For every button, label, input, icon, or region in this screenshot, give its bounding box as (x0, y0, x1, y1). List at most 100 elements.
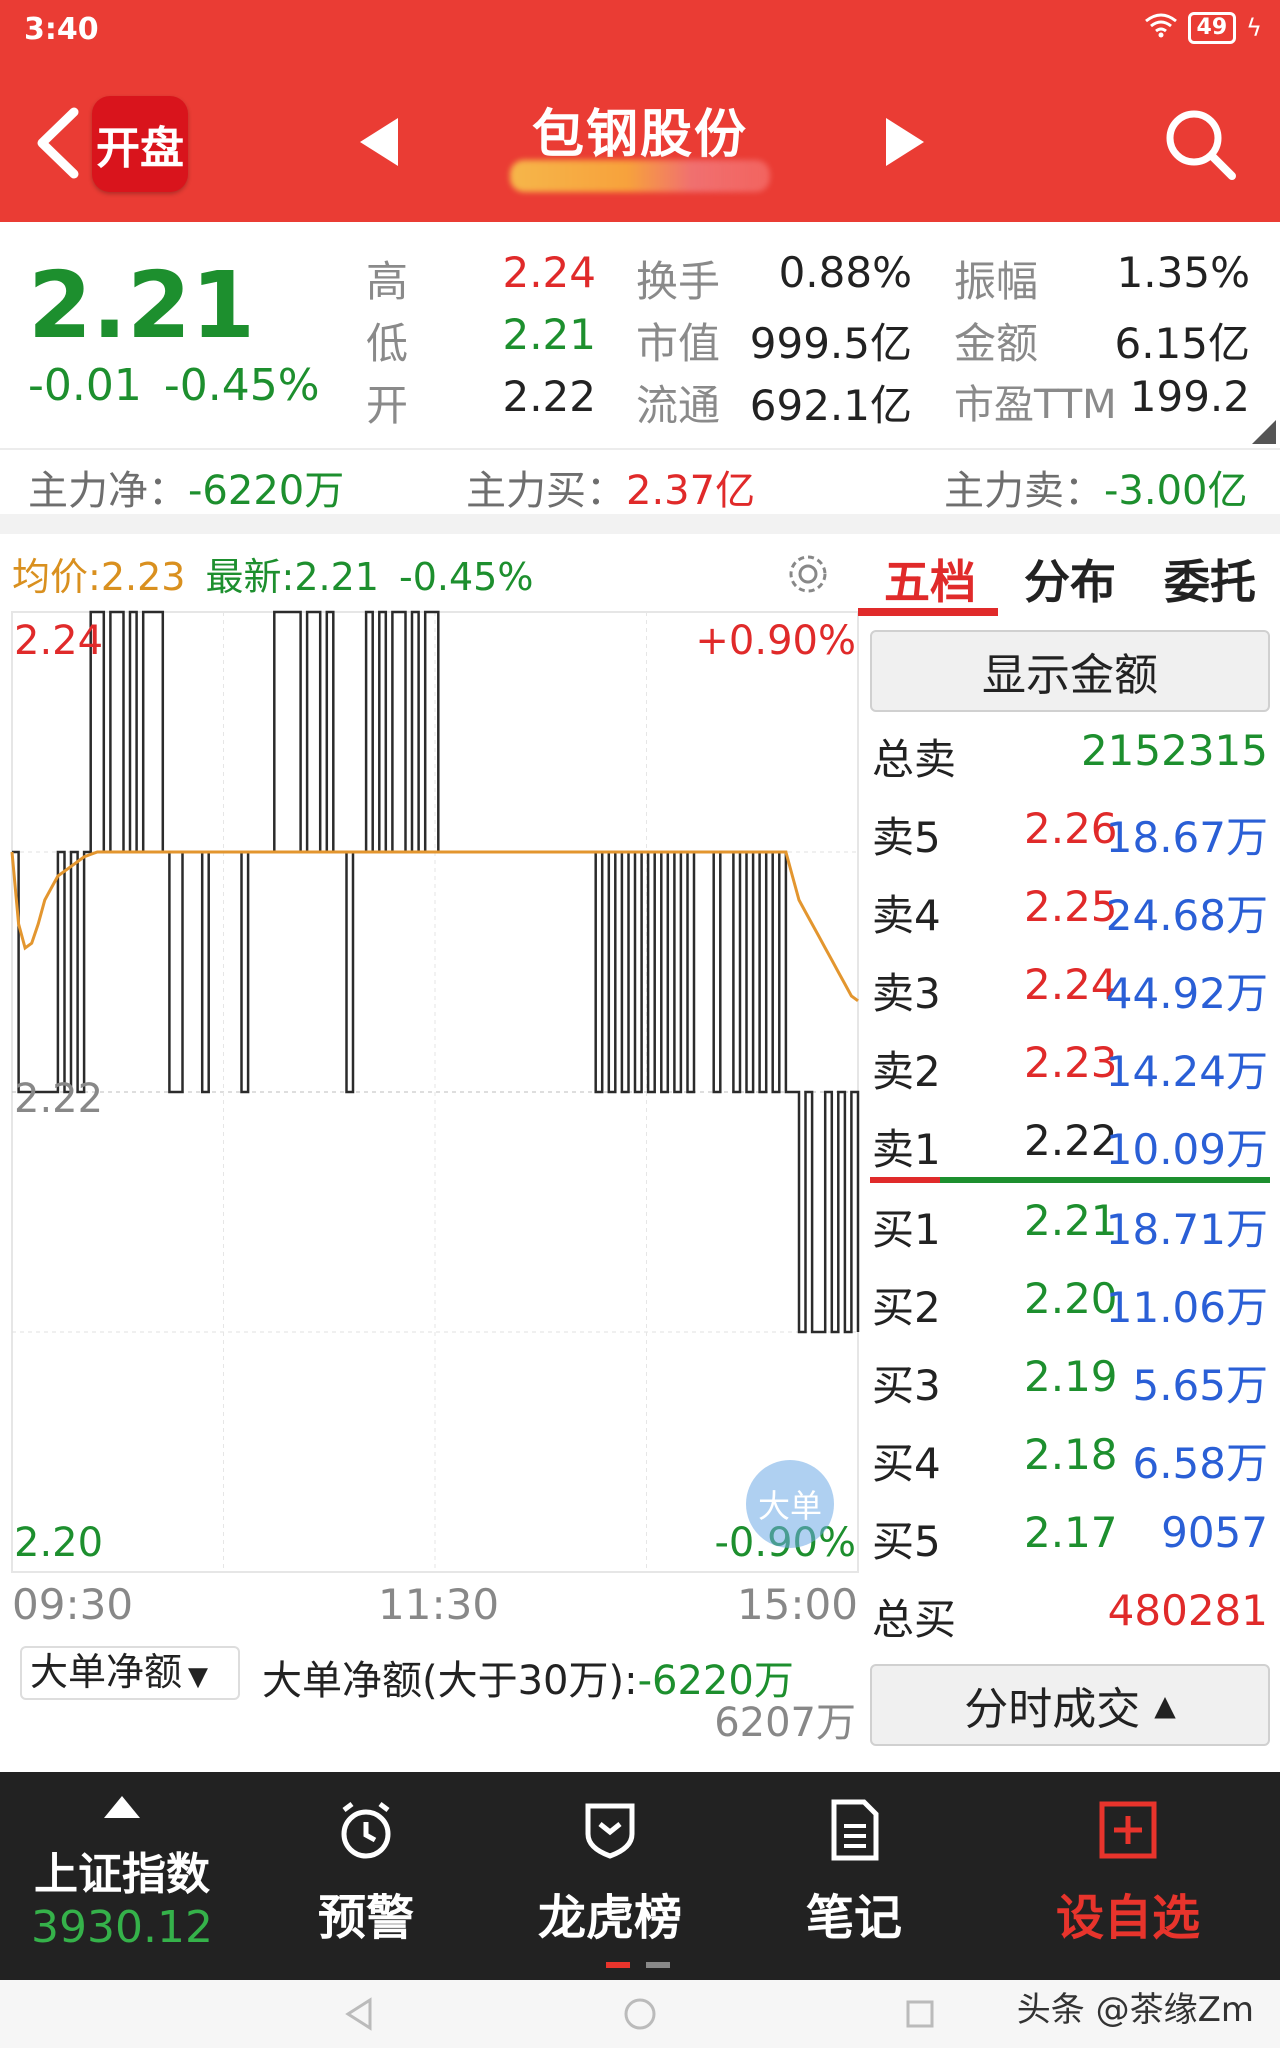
float-label: 流通 (636, 381, 721, 430)
ask-price: 2.25 (1024, 882, 1118, 931)
status-icons: 49 ϟ (1144, 12, 1262, 44)
ask-volume: 18.67万 (1105, 813, 1268, 862)
ask-row[interactable]: 卖2 2.23 14.24万 (872, 1028, 1272, 1100)
bid-row[interactable]: 买1 2.21 18.71万 (872, 1186, 1272, 1258)
latest-pct: -0.45% (399, 555, 534, 599)
total-buy-value: 480281 (1107, 1586, 1268, 1635)
bid-volume: 5.65万 (1132, 1361, 1268, 1410)
open-value: 2.22 (502, 372, 596, 421)
big-order-badge[interactable]: 大单 (746, 1460, 834, 1548)
indicator-dropdown[interactable]: 大单净额 ▼ (20, 1646, 240, 1700)
tab-orders[interactable]: 委托 (1164, 546, 1256, 612)
add-watchlist-label: 设自选 (1055, 1890, 1200, 1946)
intraday-chart[interactable] (0, 600, 860, 1580)
ask-row[interactable]: 卖3 2.24 44.92万 (872, 950, 1272, 1022)
index-ticker[interactable]: 上证指数 3930.12 (0, 1772, 244, 1980)
avg-price-value: 2.23 (100, 555, 186, 599)
bid-price: 2.21 (1024, 1196, 1118, 1245)
show-amount-button[interactable]: 显示金额 (870, 630, 1270, 712)
tick-trades-button[interactable]: 分时成交 ▲ (870, 1664, 1270, 1746)
expand-corner-icon[interactable] (1252, 420, 1276, 444)
ask-price: 2.24 (1024, 960, 1118, 1009)
notes-label: 笔记 (805, 1890, 902, 1946)
y-tick-top: 2.24 (14, 618, 104, 664)
bid-row[interactable]: 买4 2.18 6.58万 (872, 1420, 1272, 1492)
x-tick-mid: 11:30 (378, 1580, 500, 1629)
float-value: 692.1亿 (749, 381, 912, 430)
bid-volume: 9057 (1161, 1508, 1268, 1557)
x-tick-open: 09:30 (12, 1580, 134, 1629)
buy-flow-value: 2.37亿 (626, 468, 756, 514)
turnover-value: 0.88% (778, 248, 912, 297)
bid-volume: 18.71万 (1105, 1205, 1268, 1254)
document-icon (831, 1799, 879, 1861)
tick-trades-label: 分时成交 (964, 1684, 1141, 1735)
bid-price: 2.19 (1024, 1352, 1118, 1401)
turnover-label: 换手 (636, 257, 721, 306)
amplitude-label: 振幅 (954, 257, 1039, 306)
mktcap-value: 999.5亿 (749, 319, 912, 368)
next-stock-button[interactable] (872, 112, 932, 172)
notes-button[interactable]: 笔记 (732, 1772, 976, 1980)
total-buy-row: 总买 480281 (872, 1576, 1272, 1648)
bid-label: 买3 (872, 1361, 941, 1410)
wifi-icon (1144, 12, 1178, 44)
app-logo[interactable]: 开盘 (92, 96, 188, 192)
bid-price: 2.20 (1024, 1274, 1118, 1323)
amount-label: 金额 (954, 319, 1039, 368)
nav-home-icon[interactable] (620, 1994, 660, 2034)
add-watchlist-button[interactable]: 设自选 (976, 1772, 1280, 1980)
ask-label: 卖3 (872, 969, 941, 1018)
prev-stock-button[interactable] (352, 112, 412, 172)
bid-volume: 11.06万 (1105, 1283, 1268, 1332)
ask-row[interactable]: 卖1 2.22 10.09万 (872, 1106, 1272, 1178)
net-flow-label: 主力净： (28, 468, 188, 514)
high-value: 2.24 (502, 248, 596, 297)
high-label: 高 (366, 257, 409, 306)
ask-volume: 14.24万 (1105, 1047, 1268, 1096)
last-price: 2.21 (28, 252, 255, 359)
bid-row[interactable]: 买2 2.20 11.06万 (872, 1264, 1272, 1336)
nav-recents-icon[interactable] (900, 1994, 940, 2034)
search-icon (1166, 110, 1236, 180)
search-button[interactable] (1160, 104, 1240, 184)
bid-price: 2.17 (1024, 1508, 1118, 1557)
change-value: -0.01 (28, 360, 142, 411)
ask-row[interactable]: 卖5 2.26 18.67万 (872, 794, 1272, 866)
indicator-summary-label: 大单净额(大于30万): (262, 1658, 638, 1704)
bid-volume: 6.58万 (1132, 1439, 1268, 1488)
avg-price-label: 均价: (12, 555, 101, 599)
sell-flow-label: 主力卖： (944, 468, 1104, 514)
back-button[interactable] (30, 98, 90, 188)
alert-button[interactable]: 预警 (244, 1772, 488, 1980)
nav-back-icon[interactable] (340, 1994, 380, 2034)
bid-label: 买4 (872, 1439, 941, 1488)
ask-volume: 44.92万 (1105, 969, 1268, 1018)
status-time: 3:40 (24, 12, 99, 47)
tab-five-level[interactable]: 五档 (884, 546, 976, 612)
tab-distribution[interactable]: 分布 (1024, 546, 1116, 612)
caret-up-icon: ▲ (1154, 1688, 1176, 1722)
total-buy-label: 总买 (872, 1595, 957, 1644)
amount-value: 6.15亿 (1114, 319, 1250, 368)
ask-row[interactable]: 卖4 2.25 24.68万 (872, 872, 1272, 944)
total-sell-row: 总卖 2152315 (872, 716, 1272, 788)
bid-row[interactable]: 买5 2.17 9057 (872, 1498, 1272, 1570)
chart-summary: 均价:2.23 最新:2.21 -0.45% (12, 546, 533, 601)
ask-price: 2.22 (1024, 1116, 1118, 1165)
caret-up-icon (104, 1796, 140, 1818)
index-value: 3930.12 (31, 1902, 213, 1953)
bid-label: 买5 (872, 1517, 941, 1566)
page-indicator (606, 1962, 676, 1968)
dragon-tiger-button[interactable]: 龙虎榜 (488, 1772, 732, 1980)
watermark: 头条 @茶缘Zm (1016, 1990, 1254, 2030)
bid-row[interactable]: 买3 2.19 5.65万 (872, 1342, 1272, 1414)
buy-flow-label: 主力买： (466, 468, 626, 514)
app-header: 3:40 49 ϟ 开盘 包钢股份 (0, 0, 1280, 222)
ask-price: 2.23 (1024, 1038, 1118, 1087)
bottom-toolbar: 上证指数 3930.12 预警 龙虎榜 笔记 设自选 (0, 1772, 1280, 1980)
gear-icon[interactable] (784, 550, 832, 598)
change-percent: -0.45% (163, 360, 320, 411)
spread-divider-red (870, 1177, 940, 1183)
open-label: 开 (366, 381, 409, 430)
